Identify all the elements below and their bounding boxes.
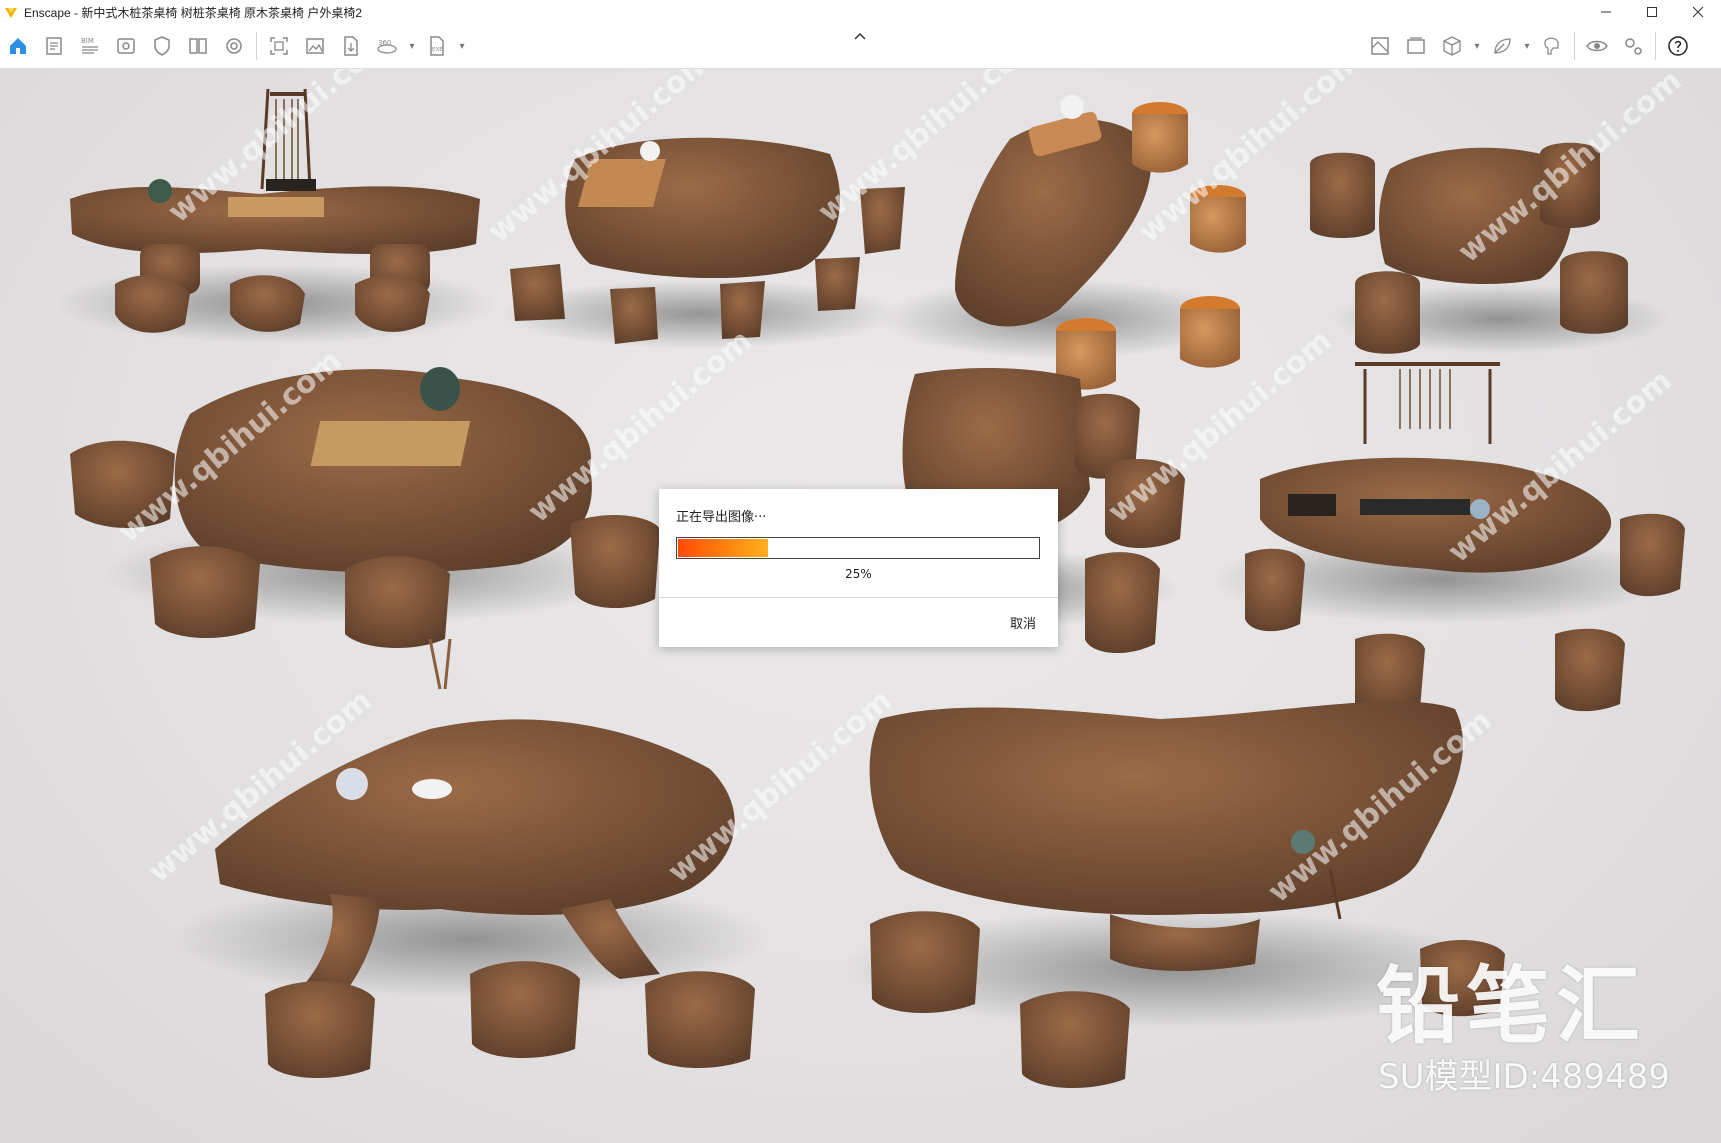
view-cube-dropdown[interactable]: ▾ <box>1470 28 1484 64</box>
panorama-dropdown[interactable]: ▾ <box>405 28 419 64</box>
file-export-button[interactable] <box>333 28 369 64</box>
exe-export-button[interactable]: EXE <box>419 28 455 64</box>
dialog-divider <box>659 597 1058 598</box>
tea-set-7 <box>1210 362 1685 717</box>
close-button[interactable] <box>1675 0 1721 24</box>
vr-headset-icon <box>1544 37 1559 55</box>
toolbar-separator <box>1574 32 1575 60</box>
collapse-toolbar-button[interactable] <box>850 28 870 44</box>
help-icon <box>1668 36 1688 56</box>
nature-button[interactable] <box>1484 28 1520 64</box>
eye-icon <box>1586 40 1608 52</box>
watermark-model-id: SU模型ID:489489 <box>1378 1057 1670 1097</box>
settings-icon <box>1625 38 1642 55</box>
dialog-title: 正在导出图像··· <box>676 510 767 525</box>
toolbar-separator <box>1655 32 1656 60</box>
materials-button[interactable] <box>216 28 252 64</box>
leaf-icon <box>1494 38 1511 54</box>
window-controls <box>1583 0 1721 24</box>
tea-set-4 <box>1310 142 1670 354</box>
exe-export-icon: EXE <box>430 36 444 56</box>
screenshot-icon <box>270 37 288 55</box>
tea-set-3 <box>880 95 1246 390</box>
maximize-icon <box>1647 7 1657 17</box>
enscape-logo-icon <box>5 8 17 18</box>
document-button[interactable] <box>36 28 72 64</box>
export-progress-dialog: 正在导出图像··· 25% 取消 <box>659 489 1058 647</box>
tea-set-8 <box>170 638 770 1079</box>
window-title: Enscape - 新中式木桩茶桌椅 树桩茶桌椅 原木茶桌椅 户外桌椅2 <box>24 5 363 20</box>
maximize-button[interactable] <box>1629 0 1675 24</box>
map-icon <box>1371 37 1389 55</box>
document-icon <box>46 37 62 55</box>
svg-text:BIM: BIM <box>81 37 94 45</box>
screenshot-button[interactable] <box>261 28 297 64</box>
materials-icon <box>226 38 242 54</box>
view-cube-button[interactable] <box>1434 28 1470 64</box>
settings-button[interactable] <box>1615 28 1651 64</box>
tea-set-2 <box>500 137 905 349</box>
tea-set-1 <box>55 88 495 344</box>
file-export-icon <box>344 36 358 56</box>
cancel-button[interactable]: 取消 <box>1010 613 1036 632</box>
panorama-icon: 360 <box>377 39 397 54</box>
cube-icon <box>1443 36 1461 56</box>
watermark-brand: 铅笔汇 <box>1376 957 1647 1055</box>
progress-percent-label: 25% <box>845 567 872 581</box>
map-button[interactable] <box>1362 28 1398 64</box>
shield-icon <box>154 36 170 56</box>
home-button[interactable] <box>0 28 36 64</box>
bim-button[interactable]: BIM <box>72 28 108 64</box>
visual-settings-button[interactable] <box>108 28 144 64</box>
minimize-button[interactable] <box>1583 0 1629 24</box>
close-icon <box>1692 6 1704 18</box>
chevron-up-icon <box>854 32 866 40</box>
panorama-button[interactable]: 360 <box>369 28 405 64</box>
toolbar-separator <box>256 32 257 60</box>
gallery-icon <box>1407 37 1425 54</box>
progress-bar <box>676 537 1040 559</box>
asset-library-button[interactable] <box>180 28 216 64</box>
visual-settings-icon <box>117 38 135 54</box>
image-icon <box>306 38 324 54</box>
vr-button[interactable] <box>1534 28 1570 64</box>
progress-bar-fill <box>678 539 768 557</box>
shield-button[interactable] <box>144 28 180 64</box>
exe-export-dropdown[interactable]: ▾ <box>455 28 469 64</box>
bim-icon: BIM <box>81 37 98 54</box>
nature-dropdown[interactable]: ▾ <box>1520 28 1534 64</box>
help-button[interactable] <box>1660 28 1696 64</box>
minimize-icon <box>1601 11 1611 13</box>
visibility-button[interactable] <box>1579 28 1615 64</box>
book-icon <box>189 38 207 54</box>
batch-render-button[interactable] <box>297 28 333 64</box>
svg-text:EXE: EXE <box>432 47 443 53</box>
gallery-button[interactable] <box>1398 28 1434 64</box>
home-icon <box>10 38 26 54</box>
toolbar-right-group: ▾ ▾ <box>1362 24 1696 68</box>
tea-set-5 <box>70 367 660 649</box>
title-bar: Enscape - 新中式木桩茶桌椅 树桩茶桌椅 原木茶桌椅 户外桌椅2 <box>0 0 1721 24</box>
toolbar-left-group: BIM 360 ▾ EXE ▾ <box>0 24 469 68</box>
